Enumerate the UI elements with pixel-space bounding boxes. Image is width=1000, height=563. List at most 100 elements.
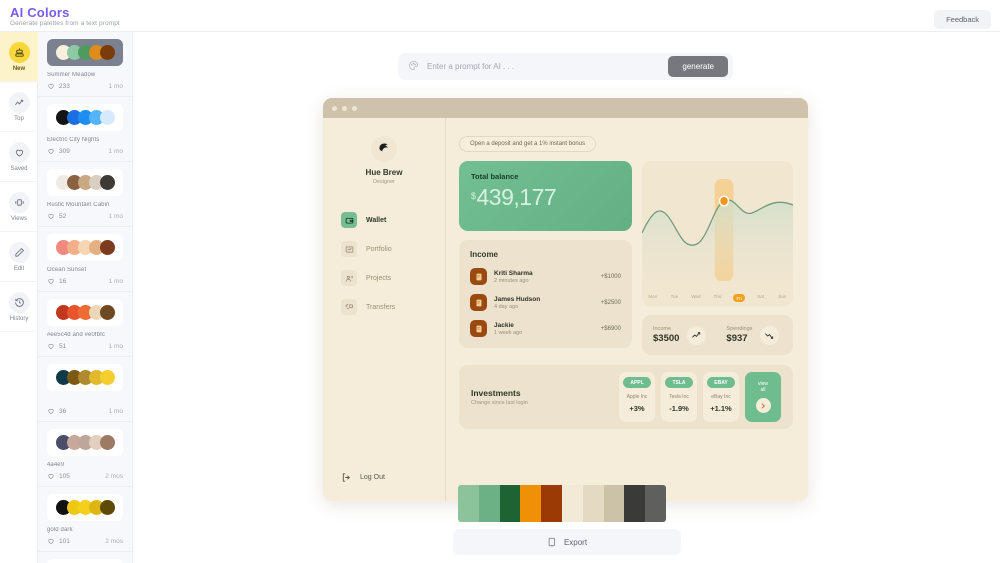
result-swatch[interactable] <box>603 485 625 522</box>
result-swatch[interactable] <box>541 485 562 522</box>
result-swatch[interactable] <box>520 485 542 522</box>
sidebar-item-history[interactable]: History <box>0 282 38 332</box>
chart-point <box>720 197 728 205</box>
result-swatch[interactable] <box>478 485 500 522</box>
investment-name: Tesla Inc <box>669 394 689 400</box>
mock-titlebar <box>323 98 808 118</box>
sidebar-item-label: Top <box>14 115 24 122</box>
palette-dot <box>99 110 115 125</box>
view-all-label: view all <box>757 380 768 393</box>
chart-x-tick[interactable]: Thu <box>707 294 729 302</box>
feedback-button[interactable]: Feedback <box>934 10 991 29</box>
transfers-icon <box>341 299 357 315</box>
income-doc-icon <box>470 320 487 337</box>
palette-name: Rustic Mountain Cabin <box>47 202 110 208</box>
pencil-icon <box>8 241 30 263</box>
palette-meta: 309 1 mo <box>47 147 123 155</box>
logout-button[interactable]: Log Out <box>341 472 385 483</box>
investments-heading: Investments Change since last login <box>471 388 528 406</box>
list-item[interactable]: Electric City Nights 309 1 mo <box>38 97 132 162</box>
investment-tile[interactable]: TSLA Tesla Inc -1.9% <box>661 372 697 422</box>
list-item[interactable]: 4a4e9 105 2 mos <box>38 422 132 487</box>
investment-tiles[interactable]: APPL Apple Inc +3% TSLA Tesla Inc -1.9% … <box>619 372 781 422</box>
palette-list[interactable]: Summer Meadow 233 1 mo Electric City Nig… <box>38 32 133 563</box>
list-item[interactable]: cyberpunk <box>38 552 132 563</box>
palette-meta: 105 2 mos <box>47 472 123 480</box>
mock-nav-label: Transfers <box>366 303 396 311</box>
palette-name: Ocean Sunset <box>47 267 87 273</box>
export-icon <box>548 537 555 547</box>
mock-nav-list[interactable]: Wallet Portfolio Projects Transfers <box>323 212 445 315</box>
chart-x-tick[interactable]: Wed <box>685 294 707 302</box>
list-item[interactable]: 36 1 mo <box>38 357 132 422</box>
result-swatch[interactable] <box>582 485 604 522</box>
sidebar-item-label: Edit <box>13 265 25 272</box>
stat-value: $937 <box>726 333 748 344</box>
sidebar-item-saved[interactable]: Saved <box>0 132 38 182</box>
palette-meta: 16 1 mo <box>47 277 123 285</box>
prompt-input[interactable] <box>427 62 669 71</box>
palette-thumbnail <box>47 364 123 391</box>
chart-x-tick[interactable]: Sun <box>771 294 793 302</box>
palette-likes: 16 <box>59 277 67 285</box>
list-item[interactable]: Ocean Sunset 16 1 mo <box>38 227 132 292</box>
sidebar-item-views[interactable]: Views <box>0 182 38 232</box>
result-swatch[interactable] <box>499 485 521 522</box>
result-swatch[interactable] <box>645 485 666 522</box>
income-doc-icon <box>470 294 487 311</box>
result-swatch[interactable] <box>624 485 646 522</box>
investment-tile[interactable]: EBAY eBay Inc +1.1% <box>703 372 739 422</box>
list-item[interactable]: Summer Meadow 233 1 mo <box>38 32 132 97</box>
sidebar-item-edit[interactable]: Edit <box>0 232 38 282</box>
export-label: Export <box>563 537 588 547</box>
trending-up-icon <box>8 91 30 113</box>
export-button[interactable]: Export <box>453 529 681 555</box>
avatar <box>371 136 397 162</box>
palette-likes: 51 <box>59 342 67 350</box>
balance-value: 439,177 <box>476 184 557 210</box>
sidebar-item-top[interactable]: Top <box>0 82 38 132</box>
palette-dot <box>99 305 115 320</box>
income-doc-icon <box>470 268 487 285</box>
mock-nav-wallet[interactable]: Wallet <box>341 212 445 228</box>
sidebar-item-new[interactable]: New <box>0 32 38 82</box>
palette-thumbnail <box>47 104 123 131</box>
window-dot <box>352 105 357 111</box>
generate-button[interactable]: generate <box>668 56 728 77</box>
income-amount: +$6900 <box>600 325 621 332</box>
palette-icon <box>408 58 419 76</box>
chart-x-tick[interactable]: Mon <box>642 294 664 302</box>
result-swatch[interactable] <box>458 485 479 522</box>
currency-symbol: $ <box>471 191 476 201</box>
palette-meta: 233 1 mo <box>47 82 123 90</box>
sidebar-item-label: History <box>9 315 29 322</box>
list-item[interactable]: Rustic Mountain Cabin 52 1 mo <box>38 162 132 227</box>
palette-dot <box>99 435 115 450</box>
palette-name: #ee5c4d and #e0fbfc <box>47 332 105 338</box>
income-name: Kriti Sharma <box>494 269 533 277</box>
income-card: Income Kriti Sharma 2 minutes ago +$1000… <box>459 240 632 348</box>
chart-x-tick[interactable]: Sat <box>750 294 772 302</box>
palette-age: 1 mo <box>108 82 123 90</box>
investment-tile[interactable]: APPL Apple Inc +3% <box>619 372 655 422</box>
palette-meta: 51 1 mo <box>47 342 123 350</box>
palette-age: 1 mo <box>108 342 123 350</box>
result-palette-strip[interactable] <box>458 485 666 522</box>
view-all-button[interactable]: view all <box>745 372 781 422</box>
mock-nav-transfers[interactable]: Transfers <box>341 299 445 315</box>
sidebar-item-label: New <box>12 65 26 72</box>
income-row: Jackie 1 week ago +$6900 <box>470 320 621 337</box>
palette-likes: 233 <box>59 82 70 90</box>
palette-dot <box>99 500 115 515</box>
chart-x-tick[interactable]: Tue <box>664 294 686 302</box>
chart-x-tick-selected[interactable]: Fri <box>728 294 750 302</box>
views-icon <box>8 191 30 213</box>
list-item[interactable]: gold dark 101 2 mos <box>38 487 132 552</box>
mock-nav-portfolio[interactable]: Portfolio <box>341 241 445 257</box>
heart-icon <box>8 141 30 163</box>
palette-name: gold dark <box>47 527 73 533</box>
sidebar-rail: New Top Saved Views Edit History <box>0 32 38 563</box>
result-swatch[interactable] <box>561 485 583 522</box>
mock-nav-projects[interactable]: Projects <box>341 270 445 286</box>
list-item[interactable]: #ee5c4d and #e0fbfc 51 1 mo <box>38 292 132 357</box>
